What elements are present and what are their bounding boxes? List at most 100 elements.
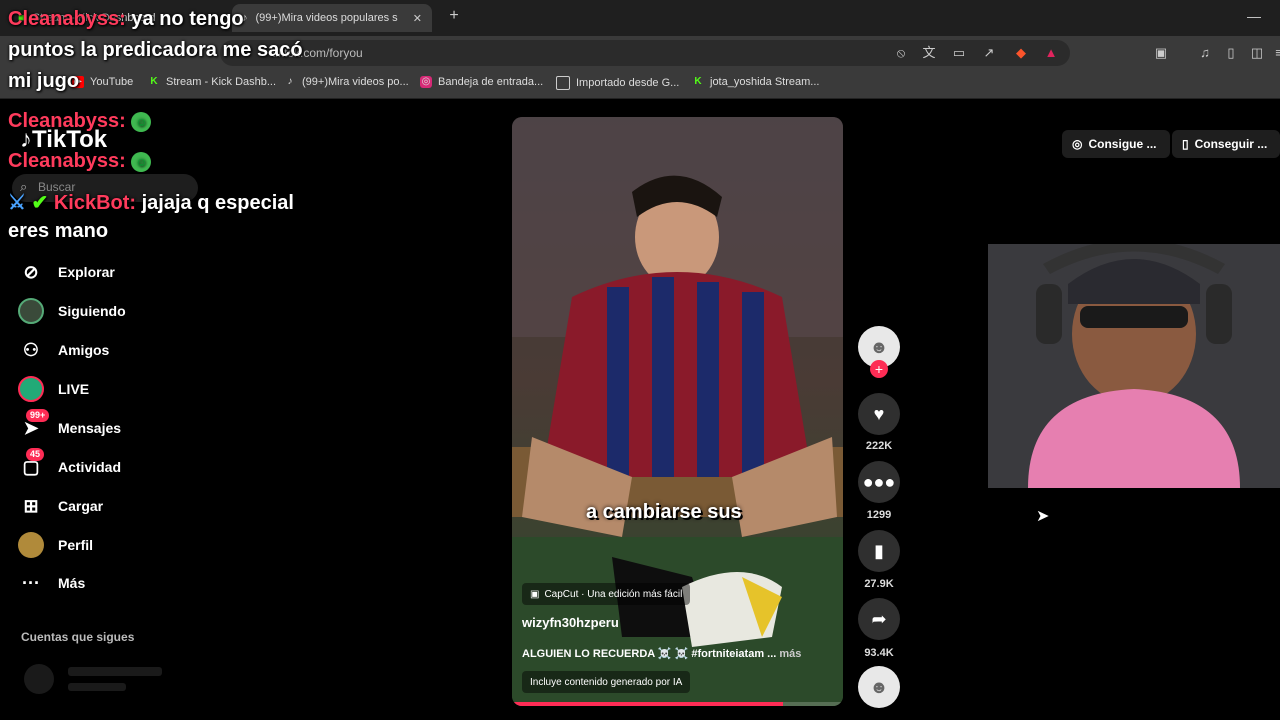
video-caption-overlay: a cambiarse sus (586, 501, 742, 523)
new-tab-button[interactable]: + (444, 6, 464, 26)
comment-icon: ●●● (862, 471, 896, 492)
save-button[interactable]: ▮ (858, 530, 900, 572)
nav-amigos[interactable]: ⚇ Amigos (18, 335, 109, 365)
chat-message: ⚔ ✔ KickBot: jajaja q especial (8, 190, 294, 215)
chat-text-line: puntos la predicadora me sacó (8, 39, 303, 61)
like-count: 222K (865, 440, 893, 452)
tracking-off-icon[interactable]: ⦸ (892, 44, 910, 62)
chat-text: jajaja q especial (141, 192, 294, 214)
capcut-link[interactable]: ▣ CapCut · Una edición más fácil (522, 583, 691, 605)
capcut-icon: ▣ (530, 588, 540, 600)
chat-username: Cleanabyss: (8, 8, 126, 30)
more-icon: ··· (22, 572, 40, 593)
more-link[interactable]: más (779, 648, 801, 660)
chat-username: KickBot: (53, 192, 137, 214)
phone-icon: ▯ (1182, 137, 1189, 151)
tab-tiktok[interactable]: ♪ (99+)Mira videos populares s ✕ (232, 4, 432, 32)
share-count: 93.4K (864, 647, 894, 659)
media-icon[interactable]: ♫ (1196, 44, 1214, 62)
nav-cargar[interactable]: ⊞ Cargar (18, 491, 103, 521)
progress-fill (512, 702, 784, 706)
follow-button[interactable]: + (870, 360, 888, 378)
messages-icon: ➤ 99+ (18, 409, 50, 441)
sidebar-icon[interactable]: ▯ (1222, 44, 1240, 62)
video-description: ALGUIEN LO RECUERDA ☠️ ☠️ #fortniteiatam… (522, 648, 802, 660)
friends-icon: ⚇ (22, 339, 40, 360)
nav-explorar[interactable]: ⊘ Explorar (18, 257, 114, 287)
mouse-cursor-icon: ➤ (1036, 508, 1050, 525)
bookmark-youtube[interactable]: ▶ YouTube (72, 76, 133, 88)
skeleton-line (68, 667, 162, 676)
reader-icon[interactable]: ▣ (1152, 44, 1170, 62)
chat-username: Cleanabyss: (8, 150, 126, 172)
skeleton-line (68, 683, 126, 691)
nav-actividad[interactable]: ▢ 45 Actividad (18, 448, 121, 482)
verified-badge-icon: ✔ (31, 192, 49, 214)
tab-title: (99+)Mira videos populares s (255, 12, 398, 24)
folder-icon (556, 76, 570, 90)
save-count: 27.9K (864, 578, 894, 590)
bookmark-jota-yoshida[interactable]: K jota_yoshida Stream... (692, 76, 819, 88)
instagram-icon: ◎ (420, 76, 432, 88)
nav-mas[interactable]: ··· Más (18, 568, 85, 598)
avatar-icon: ☻ (869, 336, 889, 357)
webcam-overlay (988, 244, 1280, 488)
sound-disc[interactable]: ☻ (858, 666, 900, 708)
share-icon[interactable]: ↗ (980, 44, 998, 62)
music-disc-icon: ☻ (869, 676, 889, 697)
bookmark-instagram[interactable]: ◎ Bandeja de entrada... (420, 76, 543, 88)
brave-rewards-icon[interactable]: ▲ (1042, 44, 1060, 62)
minimize-button[interactable]: — (1244, 8, 1264, 24)
compass-icon: ⊘ (23, 261, 39, 282)
emote-icon: ☺ (131, 151, 152, 172)
chat-message: Cleanabyss: ☺ (8, 110, 152, 133)
cast-icon[interactable]: ▭ (950, 44, 968, 62)
share-arrow-icon: ➦ (871, 608, 887, 629)
following-avatar-icon (18, 298, 44, 324)
tiktok-icon: ♪ (287, 76, 293, 87)
chat-text-line: mi jugo (8, 70, 80, 92)
close-icon[interactable]: ✕ (413, 12, 422, 25)
chat-text: ya no tengo (131, 8, 244, 30)
video-player[interactable]: a cambiarse sus ▣ CapCut · Una edición m… (512, 117, 843, 706)
like-button[interactable]: ♥ (858, 393, 900, 435)
chat-message: Cleanabyss: ☺ (8, 150, 152, 173)
get-app-button[interactable]: ▯ Conseguir ... (1172, 130, 1280, 158)
video-author[interactable]: wizyfn30hzperu (522, 615, 619, 630)
bookmark-icon: ▮ (874, 540, 884, 561)
nav-perfil[interactable]: Perfil (18, 530, 93, 560)
progress-track[interactable] (512, 702, 843, 706)
comment-count: 1299 (866, 509, 892, 521)
upload-icon: ⊞ (23, 495, 39, 516)
bookmark-folder[interactable]: Importado desde G... (556, 76, 679, 90)
nav-live[interactable]: LIVE (18, 374, 89, 404)
chat-text-line: eres mano (8, 220, 109, 242)
sword-badge-icon: ⚔ (8, 192, 26, 214)
kick-icon: K (150, 76, 158, 87)
coin-icon: ◎ (1072, 137, 1083, 151)
chat-username: Cleanabyss: (8, 110, 126, 132)
emote-icon: ☺ (131, 111, 152, 132)
nav-siguiendo[interactable]: Siguiendo (18, 296, 126, 326)
skeleton-avatar (24, 664, 54, 694)
bookmark-kick-dashboard[interactable]: K Stream - Kick Dashb... (148, 76, 276, 88)
webcam-image (988, 244, 1280, 488)
activity-badge: 45 (26, 448, 45, 461)
nav-mensajes[interactable]: ➤ 99+ Mensajes (18, 409, 121, 443)
heart-icon: ♥ (873, 403, 885, 424)
activity-icon: ▢ 45 (18, 448, 45, 480)
menu-icon[interactable]: ≡ (1270, 44, 1280, 62)
translate-icon[interactable]: 文 (920, 44, 938, 62)
ai-content-label: Incluye contenido generado por IA (522, 671, 691, 693)
chat-message: Cleanabyss: ya no tengo (8, 8, 244, 31)
brave-shield-icon[interactable]: ◆ (1012, 44, 1030, 62)
comment-button[interactable]: ●●● (858, 461, 900, 503)
share-button[interactable]: ➦ (858, 598, 900, 640)
messages-badge: 99+ (26, 409, 50, 422)
following-header: Cuentas que sigues (21, 630, 135, 644)
get-coins-button[interactable]: ◎ Consigue ... (1062, 130, 1170, 158)
live-icon (18, 376, 44, 402)
wallet-icon[interactable]: ◫ (1248, 44, 1266, 62)
profile-avatar-icon (18, 532, 44, 558)
bookmark-tiktok[interactable]: ♪ (99+)Mira videos po... (284, 76, 409, 88)
